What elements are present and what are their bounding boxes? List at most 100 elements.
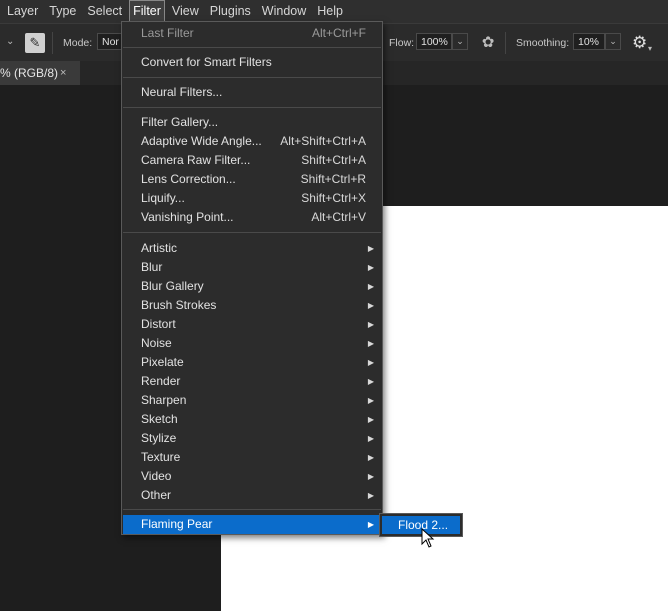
menu-help[interactable]: Help bbox=[313, 0, 347, 23]
menu-item-camera-raw-filter[interactable]: Camera Raw Filter... Shift+Ctrl+A bbox=[123, 151, 381, 170]
filter-menu: Last Filter Alt+Ctrl+F Convert for Smart… bbox=[121, 21, 383, 535]
menu-item-label: Vanishing Point... bbox=[141, 210, 234, 224]
chevron-right-icon: ▶ bbox=[367, 472, 374, 481]
menu-item-convert-smart-filters[interactable]: Convert for Smart Filters bbox=[123, 53, 381, 72]
chevron-right-icon: ▶ bbox=[367, 282, 374, 291]
chevron-right-icon: ▶ bbox=[367, 320, 374, 329]
menu-item-label: Camera Raw Filter... bbox=[141, 153, 251, 167]
chevron-right-icon: ▶ bbox=[367, 339, 374, 348]
menu-item-sketch[interactable]: Sketch ▶ bbox=[123, 410, 381, 429]
smoothing-input[interactable]: 10% bbox=[573, 33, 605, 50]
menu-view[interactable]: View bbox=[168, 0, 203, 23]
brush-preset-icon[interactable]: ✎ bbox=[25, 33, 45, 53]
menu-item-brush-strokes[interactable]: Brush Strokes ▶ bbox=[123, 296, 381, 315]
document-tab[interactable]: % (RGB/8) × bbox=[0, 61, 80, 85]
menu-item-label: Stylize bbox=[141, 431, 177, 445]
menu-filter[interactable]: Filter bbox=[129, 0, 165, 23]
menu-item-label: Texture bbox=[141, 450, 181, 464]
mode-dropdown[interactable]: Nor bbox=[97, 33, 123, 50]
menu-item-other[interactable]: Other ▶ bbox=[123, 486, 381, 505]
menu-item-label: Other bbox=[141, 488, 172, 502]
chevron-right-icon: ▶ bbox=[367, 244, 374, 253]
smoothing-label: Smoothing: bbox=[516, 37, 570, 49]
menu-item-vanishing-point[interactable]: Vanishing Point... Alt+Ctrl+V bbox=[123, 208, 381, 227]
menu-item-label: Adaptive Wide Angle... bbox=[141, 134, 262, 148]
menu-divider bbox=[123, 232, 381, 233]
menu-item-label: Noise bbox=[141, 336, 172, 350]
menu-item-shortcut: Shift+Ctrl+X bbox=[301, 191, 366, 205]
menu-window[interactable]: Window bbox=[258, 0, 310, 23]
menu-item-distort[interactable]: Distort ▶ bbox=[123, 315, 381, 334]
chevron-right-icon: ▶ bbox=[367, 358, 374, 367]
menu-item-blur[interactable]: Blur ▶ bbox=[123, 258, 381, 277]
menu-item-texture[interactable]: Texture ▶ bbox=[123, 448, 381, 467]
menu-item-neural-filters[interactable]: Neural Filters... bbox=[123, 83, 381, 102]
chevron-right-icon: ▶ bbox=[367, 396, 374, 405]
chevron-right-icon: ▶ bbox=[367, 377, 374, 386]
menu-item-label: Distort bbox=[141, 317, 176, 331]
divider bbox=[52, 32, 53, 54]
flow-input[interactable]: 100% bbox=[416, 33, 452, 50]
menu-item-label: Artistic bbox=[141, 241, 177, 255]
menu-item-label: Sharpen bbox=[141, 393, 187, 407]
menu-item-label: Neural Filters... bbox=[141, 85, 223, 99]
menu-item-last-filter: Last Filter Alt+Ctrl+F bbox=[123, 24, 381, 43]
menu-item-shortcut: Alt+Shift+Ctrl+A bbox=[280, 134, 366, 148]
menu-item-label: Blur bbox=[141, 260, 163, 274]
menu-plugins[interactable]: Plugins bbox=[206, 0, 255, 23]
menu-item-noise[interactable]: Noise ▶ bbox=[123, 334, 381, 353]
menu-item-artistic[interactable]: Artistic ▶ bbox=[123, 239, 381, 258]
menu-item-label: Render bbox=[141, 374, 181, 388]
gear-icon[interactable]: ⚙ bbox=[632, 33, 647, 53]
menu-item-shortcut: Shift+Ctrl+R bbox=[300, 172, 366, 186]
close-icon[interactable]: × bbox=[60, 61, 66, 85]
divider bbox=[505, 32, 506, 54]
menu-item-label: Filter Gallery... bbox=[141, 115, 219, 129]
menu-item-adaptive-wide-angle[interactable]: Adaptive Wide Angle... Alt+Shift+Ctrl+A bbox=[123, 132, 381, 151]
menu-item-label: Lens Correction... bbox=[141, 172, 236, 186]
chevron-right-icon: ▶ bbox=[367, 301, 374, 310]
document-tab-title: % (RGB/8) bbox=[0, 66, 59, 80]
menu-divider bbox=[123, 107, 381, 108]
menu-layer[interactable]: Layer bbox=[0, 0, 42, 23]
chevron-down-icon[interactable]: ⌄ bbox=[6, 36, 14, 47]
menu-item-render[interactable]: Render ▶ bbox=[123, 372, 381, 391]
flow-dropdown-button[interactable]: ⌄ bbox=[452, 33, 468, 50]
menu-item-filter-gallery[interactable]: Filter Gallery... bbox=[123, 113, 381, 132]
menu-item-stylize[interactable]: Stylize ▶ bbox=[123, 429, 381, 448]
menu-item-liquify[interactable]: Liquify... Shift+Ctrl+X bbox=[123, 189, 381, 208]
menu-item-label: Pixelate bbox=[141, 355, 184, 369]
menu-divider bbox=[123, 47, 381, 48]
menu-item-label: Liquify... bbox=[141, 191, 185, 205]
menu-item-label: Convert for Smart Filters bbox=[141, 55, 272, 69]
menu-item-flaming-pear[interactable]: Flaming Pear ▶ bbox=[123, 515, 381, 534]
menu-item-label: Last Filter bbox=[141, 26, 194, 40]
menu-item-label: Flaming Pear bbox=[141, 517, 213, 531]
menu-item-label: Video bbox=[141, 469, 172, 483]
flow-label: Flow: bbox=[389, 37, 415, 49]
menu-divider bbox=[123, 509, 381, 510]
smoothing-dropdown-button[interactable]: ⌄ bbox=[605, 33, 621, 50]
menu-item-shortcut: Alt+Ctrl+F bbox=[311, 26, 366, 40]
chevron-right-icon: ▶ bbox=[367, 491, 374, 500]
menu-type[interactable]: Type bbox=[45, 0, 80, 23]
airbrush-icon[interactable]: ✿ bbox=[479, 34, 497, 52]
menu-select[interactable]: Select bbox=[83, 0, 126, 23]
mode-label: Mode: bbox=[63, 37, 93, 49]
chevron-down-icon[interactable]: ▾ bbox=[648, 44, 652, 53]
menu-item-sharpen[interactable]: Sharpen ▶ bbox=[123, 391, 381, 410]
menu-item-shortcut: Shift+Ctrl+A bbox=[301, 153, 366, 167]
menu-item-label: Sketch bbox=[141, 412, 178, 426]
mouse-cursor-icon bbox=[421, 528, 435, 548]
menu-item-shortcut: Alt+Ctrl+V bbox=[311, 210, 366, 224]
menu-divider bbox=[123, 77, 381, 78]
menu-item-pixelate[interactable]: Pixelate ▶ bbox=[123, 353, 381, 372]
menu-item-blur-gallery[interactable]: Blur Gallery ▶ bbox=[123, 277, 381, 296]
chevron-right-icon: ▶ bbox=[367, 434, 374, 443]
chevron-right-icon: ▶ bbox=[367, 263, 374, 272]
chevron-right-icon: ▶ bbox=[367, 453, 374, 462]
menu-item-lens-correction[interactable]: Lens Correction... Shift+Ctrl+R bbox=[123, 170, 381, 189]
menu-item-label: Brush Strokes bbox=[141, 298, 217, 312]
chevron-right-icon: ▶ bbox=[367, 520, 374, 529]
menu-item-video[interactable]: Video ▶ bbox=[123, 467, 381, 486]
